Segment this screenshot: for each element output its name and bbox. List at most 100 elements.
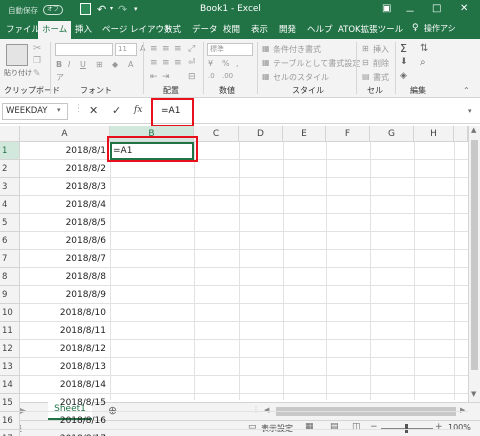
zoom-level[interactable]: 100%: [448, 423, 471, 432]
zoom-in-icon[interactable]: +: [435, 422, 443, 432]
formula-input[interactable]: =A1: [152, 102, 468, 122]
column-header-e[interactable]: E: [283, 126, 326, 142]
row-header[interactable]: 12: [0, 340, 20, 358]
align-middle-icon[interactable]: ≡: [162, 44, 170, 54]
delete-cells-button[interactable]: 削除: [373, 58, 389, 69]
phonetic-icon[interactable]: ア: [56, 72, 64, 83]
zoom-out-icon[interactable]: −: [370, 422, 378, 432]
copy-icon[interactable]: ❐: [33, 56, 41, 66]
tab-developer[interactable]: 開発: [279, 23, 296, 35]
conditional-format-button[interactable]: 条件付き書式: [273, 44, 321, 55]
align-top-icon[interactable]: ≡: [150, 44, 158, 54]
cell-a[interactable]: 2018/8/5: [20, 214, 108, 232]
cell-a[interactable]: 2018/8/14: [20, 376, 108, 394]
cell-a[interactable]: 2018/8/7: [20, 250, 108, 268]
decrease-indent-icon[interactable]: ⇤: [150, 72, 158, 82]
percent-icon[interactable]: %: [222, 59, 230, 68]
cell-a[interactable]: 2018/8/1: [20, 142, 108, 160]
cell-a[interactable]: 2018/8/8: [20, 268, 108, 286]
column-header-h[interactable]: H: [414, 126, 454, 142]
cell-a[interactable]: 2018/8/3: [20, 178, 108, 196]
cell-a[interactable]: 2018/8/15: [20, 394, 108, 412]
wrap-text-icon[interactable]: ⏎: [188, 58, 196, 68]
underline-button[interactable]: U: [80, 60, 86, 69]
autosave-toggle[interactable]: オフ: [43, 5, 63, 15]
fill-icon[interactable]: ⬇: [400, 57, 408, 67]
currency-icon[interactable]: ¥: [208, 59, 213, 68]
format-as-table-button[interactable]: テーブルとして書式設定: [273, 58, 360, 69]
customize-quick-access-icon[interactable]: ▾: [134, 5, 138, 13]
close-button[interactable]: ✕: [460, 3, 468, 14]
autosum-icon[interactable]: Σ: [400, 42, 407, 55]
row-header[interactable]: 1: [0, 142, 20, 160]
find-select-icon[interactable]: ⌕: [420, 57, 426, 68]
scroll-down-icon[interactable]: ▼: [471, 390, 476, 398]
undo-icon[interactable]: ↶: [97, 3, 106, 16]
cell-a[interactable]: 2018/8/4: [20, 196, 108, 214]
align-right-icon[interactable]: ≡: [174, 58, 182, 68]
format-painter-icon[interactable]: ✎: [33, 69, 41, 79]
column-header-c[interactable]: C: [194, 126, 239, 142]
row-header[interactable]: 8: [0, 268, 20, 286]
scroll-up-icon[interactable]: ▲: [471, 126, 476, 134]
cancel-button[interactable]: ✕: [89, 104, 98, 117]
tab-review[interactable]: 校閲: [223, 23, 240, 35]
cell-a[interactable]: 2018/8/6: [20, 232, 108, 250]
align-left-icon[interactable]: ≡: [150, 58, 158, 68]
expand-formula-bar-icon[interactable]: ▾: [468, 107, 472, 115]
font-color-icon[interactable]: A: [128, 60, 133, 69]
align-bottom-icon[interactable]: ≡: [174, 44, 182, 54]
row-header[interactable]: 7: [0, 250, 20, 268]
row-header[interactable]: 10: [0, 304, 20, 322]
row-header[interactable]: 2: [0, 160, 20, 178]
cell-a[interactable]: 2018/8/13: [20, 358, 108, 376]
insert-function-button[interactable]: fx: [134, 105, 142, 115]
column-header-g[interactable]: G: [370, 126, 414, 142]
page-layout-view-icon[interactable]: ▤: [330, 422, 339, 432]
cell-a[interactable]: 2018/8/10: [20, 304, 108, 322]
merge-center-icon[interactable]: ⊟: [188, 72, 196, 82]
chevron-down-icon[interactable]: ▾: [110, 5, 113, 12]
cell-a[interactable]: 2018/8/11: [20, 322, 108, 340]
tab-help[interactable]: ヘルプ: [307, 23, 333, 35]
sort-filter-icon[interactable]: ⇅: [420, 43, 428, 54]
cell-a[interactable]: 2018/8/9: [20, 286, 108, 304]
tab-file[interactable]: ファイル: [6, 23, 40, 35]
redo-icon[interactable]: ↷: [118, 3, 127, 16]
column-header-f[interactable]: F: [326, 126, 370, 142]
borders-icon[interactable]: ⊞: [96, 60, 103, 69]
fill-color-icon[interactable]: ◆: [112, 60, 118, 69]
format-cells-button[interactable]: 書式: [373, 72, 389, 83]
font-size-box[interactable]: 11: [115, 43, 137, 56]
page-break-view-icon[interactable]: ◫: [352, 422, 361, 432]
scroll-right-icon[interactable]: ▶: [460, 406, 465, 414]
column-header-d[interactable]: D: [239, 126, 283, 142]
row-header[interactable]: 13: [0, 358, 20, 376]
cut-icon[interactable]: ✂: [33, 43, 41, 54]
column-header-a[interactable]: A: [20, 126, 110, 142]
save-icon[interactable]: [80, 3, 91, 15]
scroll-left-icon[interactable]: ◀: [264, 406, 269, 414]
row-header[interactable]: 6: [0, 232, 20, 250]
paste-icon[interactable]: [6, 44, 28, 66]
font-name-box[interactable]: [55, 43, 113, 56]
increase-indent-icon[interactable]: ⇥: [162, 72, 170, 82]
tab-home[interactable]: ホーム: [38, 21, 72, 39]
bold-button[interactable]: B: [56, 60, 62, 69]
tab-data[interactable]: データ: [192, 23, 218, 35]
chevron-down-icon[interactable]: ▾: [57, 106, 61, 114]
scrollbar-thumb[interactable]: [471, 140, 478, 370]
row-header[interactable]: 9: [0, 286, 20, 304]
maximize-button[interactable]: □: [432, 3, 441, 14]
enter-button[interactable]: ✓: [112, 104, 121, 117]
tabs-splitter-icon[interactable]: ⋮: [252, 405, 260, 414]
tab-insert[interactable]: 挿入: [75, 23, 92, 35]
row-header[interactable]: 14: [0, 376, 20, 394]
decrease-decimal-icon[interactable]: .00: [222, 72, 233, 80]
ribbon-display-options-icon[interactable]: ▣: [382, 3, 391, 14]
tab-page-layout[interactable]: ページ レイアウト: [102, 23, 173, 35]
select-all-corner[interactable]: [0, 126, 20, 142]
clear-icon[interactable]: ◈: [400, 71, 407, 81]
row-header[interactable]: 16: [0, 412, 20, 430]
row-header[interactable]: 15: [0, 394, 20, 412]
